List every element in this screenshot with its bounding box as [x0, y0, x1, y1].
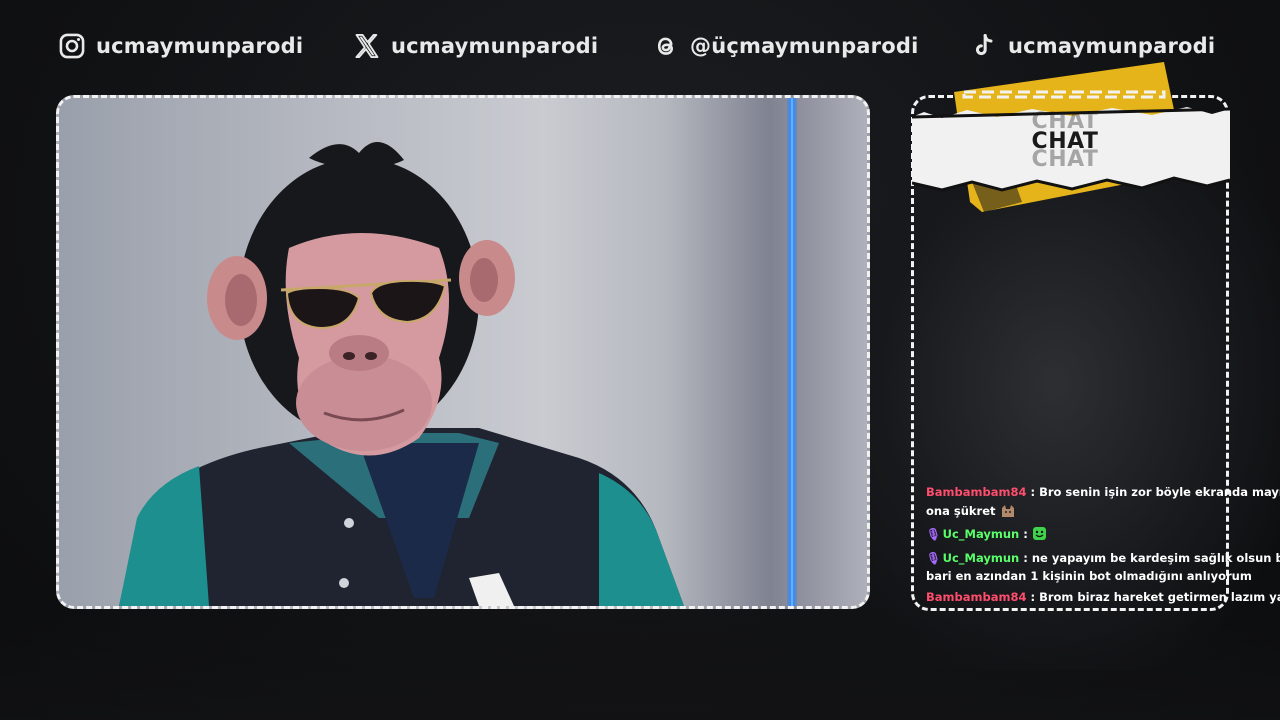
video-frame	[56, 95, 870, 609]
chat-username[interactable]: Uc_Maymun	[943, 527, 1020, 541]
microphone-badge-icon: 🎙	[926, 527, 941, 541]
chat-username[interactable]: Bambambam84	[926, 485, 1026, 499]
instagram-handle: ucmaymunparodi	[96, 34, 304, 58]
chat-message-text: Brom biraz hareket getirmen lazım yayına	[1039, 589, 1280, 604]
green-smile-emote	[1032, 526, 1047, 548]
chat-title-line: CHAT	[1031, 109, 1099, 134]
chat-title: CHAT CHAT CHAT	[1020, 109, 1110, 172]
chat-message: 🎙 Uc_Maymun : ne yapayım be kardeşim sağl…	[926, 548, 1280, 569]
threads-handle: @üçmaymunparodi	[690, 34, 919, 58]
threads-icon	[652, 32, 680, 60]
social-bar: ucmaymunparodi ucmaymunparodi @üçmaymunp…	[0, 26, 1280, 66]
microphone-badge-icon: 🎙	[926, 550, 941, 565]
chat-separator: :	[1026, 589, 1040, 604]
social-threads[interactable]: @üçmaymunparodi	[652, 26, 919, 66]
tiktok-icon	[970, 32, 998, 60]
chat-message-continued: ona şükret	[926, 501, 1280, 525]
chat-separator: :	[1019, 550, 1032, 565]
background-overlay	[0, 610, 1280, 720]
social-tiktok[interactable]: ucmaymunparodi	[970, 26, 1215, 66]
chat-message: 🎙 Uc_Maymun :	[926, 524, 1280, 548]
social-x[interactable]: ucmaymunparodi	[353, 26, 598, 66]
tiktok-handle: ucmaymunparodi	[1008, 34, 1216, 58]
chat-message: Bambambam84 : Bro senin işin zor böyle e…	[926, 482, 1280, 503]
chat-username[interactable]: Uc_Maymun	[943, 551, 1020, 565]
chat-message: Bambambam84 : Brom biraz hareket getirme…	[926, 587, 1280, 608]
x-handle: ucmaymunparodi	[391, 34, 599, 58]
social-instagram[interactable]: ucmaymunparodi	[58, 26, 303, 66]
chat-username[interactable]: Bambambam84	[926, 590, 1026, 604]
chat-message-text: ona şükret	[926, 503, 996, 518]
instagram-icon	[58, 32, 86, 60]
chat-separator: :	[1019, 527, 1032, 541]
cat-emote	[1000, 504, 1016, 525]
chat-message-list: Bambambam84 : Bro senin işin zor böyle e…	[926, 482, 1280, 607]
chat-title-line: CHAT	[1031, 147, 1099, 172]
chat-message-text: bari en azından 1 kişinin bot olmadığını…	[926, 569, 1252, 583]
x-logo-icon	[353, 32, 381, 60]
chimpanzee-streamer-image	[119, 142, 684, 606]
chat-message-continued: bari en azından 1 kişinin bot olmadığını…	[926, 566, 1280, 587]
chat-message-text: ne yapayım be kardeşim sağlık olsun bak …	[1031, 550, 1280, 565]
chat-separator: :	[1026, 485, 1040, 499]
chat-message-text: Bro senin işin zor böyle ekranda maymunl…	[1039, 485, 1280, 499]
